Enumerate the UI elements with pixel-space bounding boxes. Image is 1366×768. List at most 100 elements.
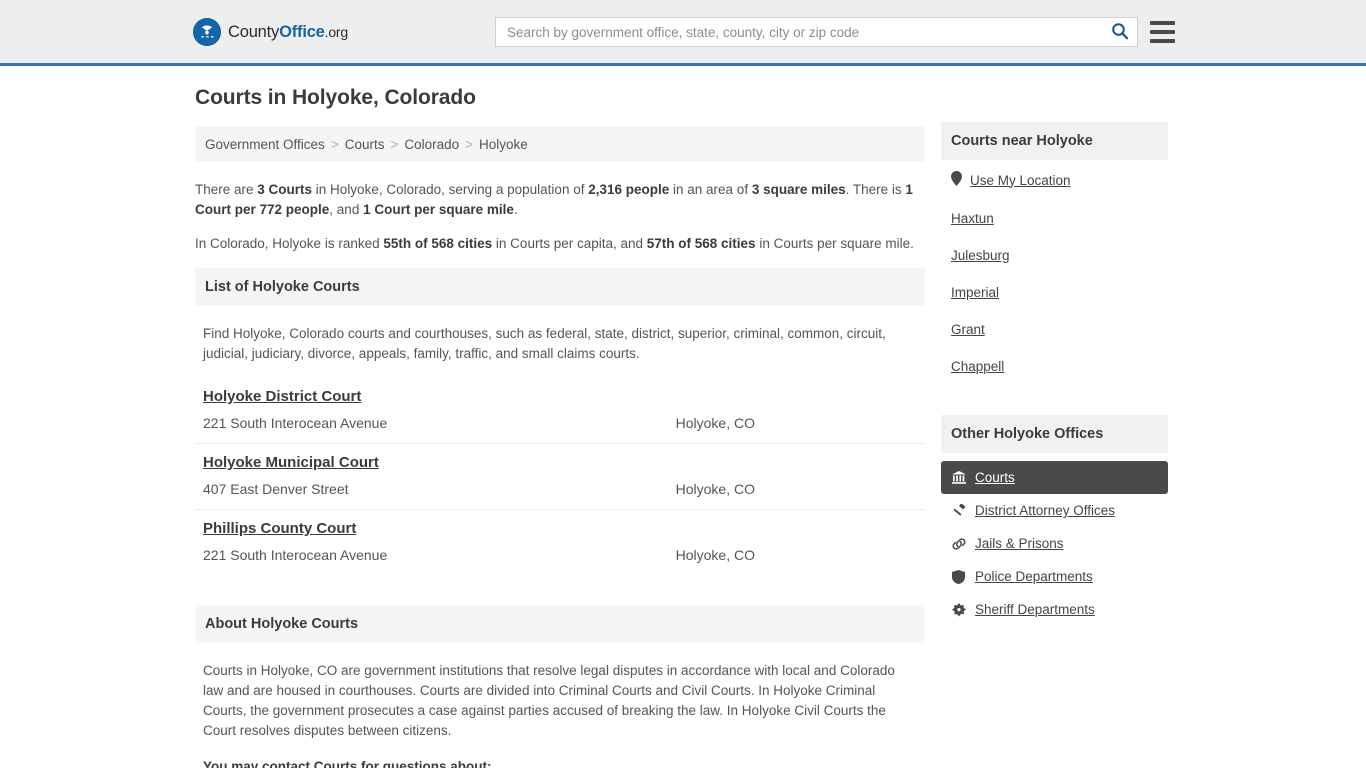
list-item[interactable]: Jails & Prisons [941, 527, 1168, 560]
search-bar[interactable] [495, 17, 1138, 47]
menu-bar-1 [1150, 21, 1175, 25]
sidebar-link-label[interactable]: District Attorney Offices [975, 503, 1115, 518]
sidebar-link-label[interactable]: Jails & Prisons [975, 536, 1064, 551]
search-input[interactable] [496, 18, 1103, 46]
site-logo-text: CountyOffice.org [228, 23, 348, 42]
sidebar-heading-courts-near: Courts near Holyoke [941, 122, 1168, 160]
stats-value-area: 3 square miles [751, 182, 846, 197]
section-header-about-courts: About Holyoke Courts [195, 605, 925, 643]
sidebar-link-label[interactable]: Courts [975, 470, 1015, 485]
table-row[interactable]: Holyoke Municipal Court 407 East Denver … [195, 444, 925, 510]
court-name-link[interactable]: Holyoke Municipal Court [203, 454, 379, 471]
court-address: 221 South Interocean Avenue [203, 547, 388, 563]
list-item[interactable]: Imperial [941, 274, 1168, 311]
search-button[interactable] [1103, 18, 1137, 46]
list-item[interactable]: Courts [941, 461, 1168, 494]
sidebar-link-label[interactable]: Police Departments [975, 569, 1093, 584]
sidebar-section-courts-near: Courts near Holyoke Use My Location Haxt… [941, 122, 1168, 385]
logo-text-office: Office [279, 22, 325, 41]
stats-rank-per-mile: 57th of 568 cities [646, 236, 756, 251]
sidebar: Courts near Holyoke Use My Location Haxt… [941, 122, 1168, 656]
sidebar-link-label[interactable]: Chappell [951, 359, 1004, 374]
stats-text: . [513, 202, 518, 217]
logo-text-county: County [228, 22, 280, 41]
sidebar-section-other-offices: Other Holyoke Offices Courts District At… [941, 415, 1168, 626]
court-list: Holyoke District Court 221 South Interoc… [195, 378, 925, 575]
stats-value-per-mile: 1 Court per square mile [363, 202, 514, 217]
search-icon [1111, 22, 1129, 43]
list-item[interactable]: Grant [941, 311, 1168, 348]
stats-paragraph-1: There are 3 Courts in Holyoke, Colorado,… [195, 180, 925, 220]
stats-text: in an area of [669, 182, 752, 197]
court-address: 407 East Denver Street [203, 481, 349, 497]
list-item[interactable]: Julesburg [941, 237, 1168, 274]
site-logo[interactable]: CountyOffice.org [193, 18, 348, 46]
sidebar-item-use-my-location[interactable]: Use My Location [941, 160, 1168, 200]
sidebar-item-jails-prisons[interactable]: Jails & Prisons [941, 527, 1168, 560]
stats-text: in Holyoke, Colorado, serving a populati… [312, 182, 589, 197]
courthouse-icon [951, 471, 966, 484]
sidebar-link-label[interactable]: Haxtun [951, 211, 994, 226]
sidebar-link-label[interactable]: Sheriff Departments [975, 602, 1095, 617]
sidebar-item-julesburg[interactable]: Julesburg [941, 237, 1168, 274]
stats-paragraph-2: In Colorado, Holyoke is ranked 55th of 5… [195, 234, 925, 254]
sidebar-item-sheriff-departments[interactable]: Sheriff Departments [941, 593, 1168, 626]
sidebar-item-haxtun[interactable]: Haxtun [941, 200, 1168, 237]
breadcrumb-separator: > [390, 136, 399, 152]
statistics-summary: There are 3 Courts in Holyoke, Colorado,… [195, 180, 925, 254]
sidebar-link-label[interactable]: Use My Location [970, 173, 1071, 188]
stats-text: in Courts per square mile. [755, 236, 914, 251]
breadcrumb-separator: > [465, 136, 474, 152]
sidebar-item-district-attorney-offices[interactable]: District Attorney Offices [941, 494, 1168, 527]
court-name-link[interactable]: Holyoke District Court [203, 388, 361, 405]
list-item[interactable]: Sheriff Departments [941, 593, 1168, 626]
sidebar-item-police-departments[interactable]: Police Departments [941, 560, 1168, 593]
logo-text-org: .org [324, 23, 349, 40]
breadcrumb-separator: > [330, 136, 339, 152]
list-item[interactable]: District Attorney Offices [941, 494, 1168, 527]
sidebar-item-courts[interactable]: Courts [941, 461, 1168, 494]
hamburger-menu-icon[interactable] [1150, 19, 1175, 45]
breadcrumb-item-courts[interactable]: Courts [345, 137, 385, 152]
list-item[interactable]: Police Departments [941, 560, 1168, 593]
about-paragraph: Courts in Holyoke, CO are government ins… [203, 663, 895, 738]
list-item[interactable]: Chappell [941, 348, 1168, 385]
stats-text: , and [329, 202, 364, 217]
stats-value-population: 2,316 people [588, 182, 670, 197]
chain-link-icon [951, 537, 966, 551]
sidebar-link-label[interactable]: Julesburg [951, 248, 1010, 263]
page-title: Courts in Holyoke, Colorado [195, 86, 476, 109]
sidebar-item-grant[interactable]: Grant [941, 311, 1168, 348]
list-item[interactable]: Haxtun [941, 200, 1168, 237]
menu-bar-3 [1150, 39, 1175, 43]
court-city: Holyoke, CO [675, 415, 755, 431]
sidebar-item-chappell[interactable]: Chappell [941, 348, 1168, 385]
stats-text: in Courts per capita, and [492, 236, 647, 251]
list-section-description: Find Holyoke, Colorado courts and courth… [203, 326, 886, 361]
nearby-cities-list: Use My Location Haxtun Julesburg Imperia… [941, 160, 1168, 385]
table-row[interactable]: Holyoke District Court 221 South Interoc… [195, 378, 925, 444]
star-badge-icon [951, 602, 966, 617]
sidebar-link-label[interactable]: Imperial [951, 285, 999, 300]
court-city: Holyoke, CO [675, 481, 755, 497]
sidebar-link-label[interactable]: Grant [951, 322, 985, 337]
map-pin-icon [951, 171, 962, 189]
menu-bar-2 [1150, 30, 1175, 34]
main-content: Courts in Holyoke, Colorado Government O… [195, 86, 925, 768]
list-section-description-wrap: Find Holyoke, Colorado courts and courth… [195, 306, 925, 364]
breadcrumb-item-government-offices[interactable]: Government Offices [205, 137, 325, 152]
table-row[interactable]: Phillips County Court 221 South Interoce… [195, 510, 925, 575]
court-address: 221 South Interocean Avenue [203, 415, 388, 431]
section-header-list-of-courts: List of Holyoke Courts [195, 268, 925, 306]
breadcrumb-item-colorado[interactable]: Colorado [404, 137, 459, 152]
list-item[interactable]: Use My Location [941, 160, 1168, 200]
stats-text: In Colorado, Holyoke is ranked [195, 236, 384, 251]
contact-prompt: You may contact Courts for questions abo… [203, 759, 492, 768]
stats-text: There are [195, 182, 258, 197]
stats-value-courts: 3 Courts [257, 182, 313, 197]
court-name-link[interactable]: Phillips County Court [203, 520, 356, 537]
sidebar-heading-other-offices: Other Holyoke Offices [941, 415, 1168, 453]
sidebar-item-imperial[interactable]: Imperial [941, 274, 1168, 311]
court-city: Holyoke, CO [675, 547, 755, 563]
breadcrumb-item-holyoke[interactable]: Holyoke [479, 137, 528, 152]
